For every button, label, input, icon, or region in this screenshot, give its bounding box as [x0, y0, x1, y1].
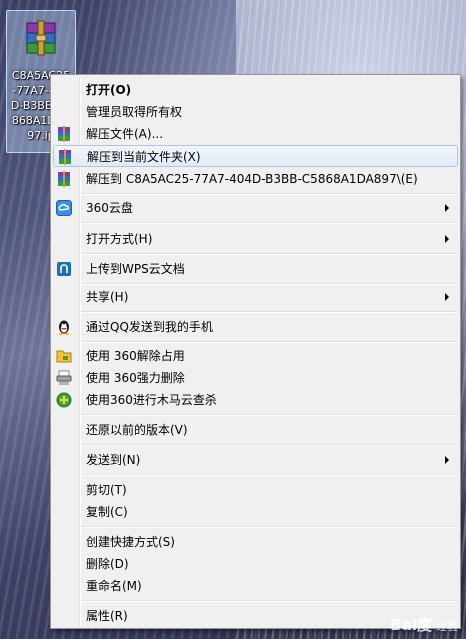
menu-item-share[interactable]: 共享(H) [53, 286, 458, 308]
360-shred-icon [56, 370, 72, 386]
menu-item-label: 复制(C) [86, 505, 128, 519]
menu-separator [81, 474, 458, 476]
360-cloud-icon [56, 200, 72, 216]
menu-item-open-with[interactable]: 打开方式(H) [53, 228, 458, 250]
menu-item-label: 使用360进行木马云查杀 [86, 393, 217, 407]
menu-item-cut[interactable]: 剪切(T) [53, 479, 458, 501]
menu-separator [81, 222, 458, 224]
menu-item-qq-send[interactable]: 通过QQ发送到我的手机 [53, 316, 458, 338]
menu-separator [81, 283, 458, 285]
winrar-icon [57, 149, 73, 165]
submenu-arrow-icon [445, 456, 449, 464]
menu-item-upload-wps[interactable]: 上传到WPS云文档 [53, 258, 458, 280]
menu-item-label: 管理员取得所有权 [86, 105, 183, 119]
winrar-icon [56, 171, 72, 187]
menu-separator [81, 341, 458, 343]
menu-item-rename[interactable]: 重命名(M) [53, 575, 458, 597]
menu-item-take-ownership[interactable]: 管理员取得所有权 [53, 101, 458, 123]
menu-item-delete[interactable]: 删除(D) [53, 553, 458, 575]
menu-item-restore-previous[interactable]: 还原以前的版本(V) [53, 419, 458, 441]
submenu-arrow-icon [445, 293, 449, 301]
menu-item-extract-files[interactable]: 解压文件(A)... [53, 123, 458, 145]
menu-item-label: 打开方式(H) [86, 232, 153, 246]
menu-item-label: 发送到(N) [86, 453, 141, 467]
menu-item-copy[interactable]: 复制(C) [53, 501, 458, 523]
menu-item-extract-to-folder[interactable]: 解压到 C8A5AC25-77A7-404D-B3BB-C5868A1DA897… [53, 168, 458, 190]
menu-item-open[interactable]: 打开(O) [53, 79, 458, 101]
watermark-sub: 经验 [436, 620, 458, 633]
menu-item-label: 删除(D) [86, 557, 129, 571]
menu-item-label: 解压到当前文件夹(X) [87, 150, 201, 164]
menu-item-label: 上传到WPS云文档 [86, 262, 185, 276]
winrar-archive-icon [26, 20, 56, 56]
menu-item-label: 共享(H) [86, 290, 129, 304]
360-antivirus-icon [56, 392, 72, 408]
menu-item-label: 使用 360解除占用 [86, 349, 185, 363]
menu-item-label: 剪切(T) [86, 483, 127, 497]
menu-item-extract-here[interactable]: 解压到当前文件夹(X) [53, 145, 458, 167]
menu-separator [81, 193, 458, 195]
winrar-icon [56, 126, 72, 142]
baidu-watermark: Bai度 经验 [390, 614, 458, 635]
menu-separator [81, 414, 458, 416]
menu-item-360-shred[interactable]: 使用 360强力删除 [53, 367, 458, 389]
menu-item-360-cloud[interactable]: 360云盘 [53, 197, 458, 219]
menu-separator [81, 600, 458, 602]
menu-separator [81, 311, 458, 313]
menu-item-label: 创建快捷方式(S) [86, 535, 175, 549]
menu-separator [81, 444, 458, 446]
submenu-arrow-icon [445, 204, 449, 212]
menu-item-label: 属性(R) [86, 609, 128, 623]
360-unlock-icon [56, 348, 72, 364]
menu-item-label: 还原以前的版本(V) [86, 423, 188, 437]
menu-item-label: 解压到 C8A5AC25-77A7-404D-B3BB-C5868A1DA897… [86, 172, 418, 186]
menu-item-label: 解压文件(A)... [86, 127, 164, 141]
qq-penguin-icon [56, 319, 72, 335]
wps-cloud-icon [56, 261, 72, 277]
menu-item-label: 重命名(M) [86, 579, 142, 593]
menu-item-send-to[interactable]: 发送到(N) [53, 449, 458, 471]
submenu-arrow-icon [445, 235, 449, 243]
context-menu: 打开(O) 管理员取得所有权 解压文件(A)... 解压到当前文件夹(X) 解压… [50, 74, 461, 629]
menu-item-label: 通过QQ发送到我的手机 [86, 320, 213, 334]
menu-item-label: 360云盘 [86, 201, 133, 215]
menu-item-label: 打开(O) [86, 83, 132, 97]
menu-separator [81, 526, 458, 528]
menu-item-360-unlock[interactable]: 使用 360解除占用 [53, 345, 458, 367]
menu-separator [81, 253, 458, 255]
watermark-text: Bai度 [390, 616, 432, 634]
menu-item-360-trojan-scan[interactable]: 使用360进行木马云查杀 [53, 389, 458, 411]
menu-item-create-shortcut[interactable]: 创建快捷方式(S) [53, 531, 458, 553]
menu-item-label: 使用 360强力删除 [86, 371, 185, 385]
